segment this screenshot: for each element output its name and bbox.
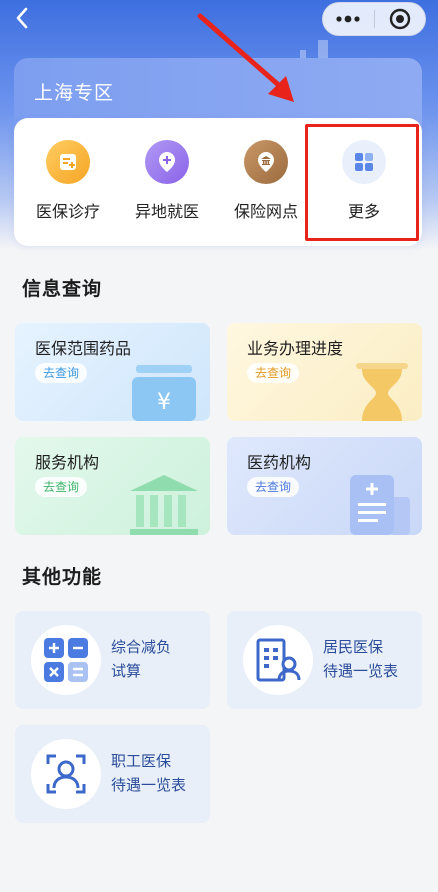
money-box-icon: ¥ xyxy=(132,365,196,421)
func-card-resident-insurance-table[interactable]: 居民医保 待遇一览表 xyxy=(227,611,422,709)
grid-icon xyxy=(342,140,386,184)
func-card-text: 职工医保 待遇一览表 xyxy=(111,749,186,797)
func-card-line2: 试算 xyxy=(111,662,142,680)
func-card-line2: 待遇一览表 xyxy=(111,776,187,794)
quick-action-medical-treatment[interactable]: 医保诊疗 xyxy=(20,140,116,230)
quick-action-insurance-outlets[interactable]: 保险网点 xyxy=(218,140,314,230)
info-card-title: 业务办理进度 xyxy=(247,339,344,358)
quick-action-label: 更多 xyxy=(347,202,380,221)
capsule-more-button[interactable] xyxy=(323,3,374,35)
region-title: 上海专区 xyxy=(34,82,115,104)
quick-actions-card: 医保诊疗 异地就医 保险网点 更多 xyxy=(14,118,422,246)
medical-document-icon xyxy=(350,475,410,535)
info-card-medicine-scope[interactable]: 医保范围药品 去查询 ¥ xyxy=(15,323,210,421)
func-card-employee-insurance-table[interactable]: 职工医保 待遇一览表 xyxy=(15,725,210,823)
query-button[interactable]: 去查询 xyxy=(35,363,88,383)
info-card-business-progress[interactable]: 业务办理进度 去查询 xyxy=(227,323,422,421)
other-section-title: 其他功能 xyxy=(22,566,103,588)
info-card-title: 医药机构 xyxy=(247,453,312,472)
quick-action-label: 医保诊疗 xyxy=(35,202,100,221)
chevron-left-icon xyxy=(16,7,28,29)
func-card-line1: 居民医保 xyxy=(323,638,384,656)
query-button[interactable]: 去查询 xyxy=(35,477,88,497)
query-button[interactable]: 去查询 xyxy=(247,477,300,497)
ellipsis-icon xyxy=(336,15,360,23)
info-card-pharmacy-institutions[interactable]: 医药机构 去查询 xyxy=(227,437,422,535)
capsule-close-button[interactable] xyxy=(375,3,426,35)
quick-action-offsite-care[interactable]: 异地就医 xyxy=(119,140,215,230)
back-button[interactable] xyxy=(8,4,36,32)
func-card-line2: 待遇一览表 xyxy=(323,662,399,680)
func-card-burden-calculator[interactable]: 综合减负 试算 xyxy=(15,611,210,709)
medical-card-icon xyxy=(46,140,90,184)
building-icon xyxy=(130,475,198,535)
location-plus-icon xyxy=(145,140,189,184)
resident-list-icon xyxy=(243,625,313,695)
func-card-text: 居民医保 待遇一览表 xyxy=(323,635,398,683)
bank-pin-icon xyxy=(244,140,288,184)
func-card-line1: 职工医保 xyxy=(111,752,172,770)
info-section-title: 信息查询 xyxy=(22,278,103,300)
query-button[interactable]: 去查询 xyxy=(247,363,300,383)
info-card-title: 服务机构 xyxy=(35,453,100,472)
employee-id-icon xyxy=(31,739,101,809)
target-circle-icon xyxy=(389,8,410,30)
info-card-title: 医保范围药品 xyxy=(35,339,132,358)
quick-action-more[interactable]: 更多 xyxy=(316,140,412,230)
svg-text:¥: ¥ xyxy=(157,390,171,415)
func-card-line1: 综合减负 xyxy=(111,638,172,656)
hourglass-icon xyxy=(356,363,408,421)
mini-program-capsule xyxy=(322,2,426,36)
quick-action-label: 保险网点 xyxy=(233,202,298,221)
calculator-icon xyxy=(31,625,101,695)
func-card-text: 综合减负 试算 xyxy=(111,635,171,683)
info-card-service-institutions[interactable]: 服务机构 去查询 xyxy=(15,437,210,535)
quick-action-label: 异地就医 xyxy=(134,202,199,221)
